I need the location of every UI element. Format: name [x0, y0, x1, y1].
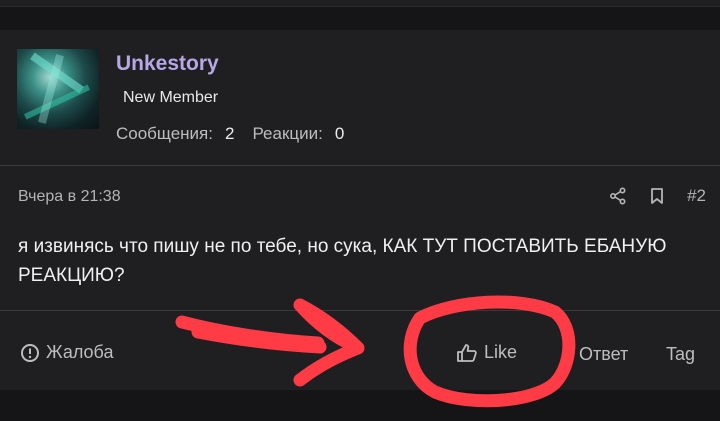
like-label: Like [484, 342, 518, 362]
user-title: New Member [123, 89, 219, 106]
tag-button[interactable]: Tag [666, 344, 695, 365]
post-card: Unkestory New Member Сообщения: 2 Реакции:… [0, 30, 720, 390]
avatar[interactable] [17, 49, 99, 129]
like-button[interactable]: Like [456, 342, 517, 363]
username-link[interactable]: Unkestory [116, 52, 219, 76]
report-button[interactable]: Жалоба [20, 342, 113, 363]
alert-circle-icon [21, 343, 39, 362]
thumbs-up-icon [457, 343, 477, 362]
post-number-link[interactable]: #2 [687, 186, 706, 206]
post-message: я извинясь что пишу не по тебе, но сука,… [18, 236, 667, 286]
user-info: Unkestory New Member Сообщения: 2 Реакции:… [0, 30, 720, 166]
user-stats: Сообщения: 2 Реакции: 0 [116, 124, 362, 144]
messages-count: 2 [225, 124, 235, 143]
post-meta-actions: #2 [609, 186, 706, 206]
bookmark-icon[interactable] [649, 187, 665, 205]
post-timestamp[interactable]: Вчера в 21:38 [18, 188, 121, 206]
messages-label: Сообщения: [116, 124, 213, 143]
reactions-label: Реакции: [252, 124, 323, 143]
previous-post-card [0, 0, 720, 7]
reply-button[interactable]: Ответ [579, 344, 628, 365]
share-icon[interactable] [609, 187, 627, 205]
reactions-count: 0 [334, 124, 345, 143]
report-label: Жалоба [46, 342, 114, 362]
post-footer: Жалоба Like Ответ Tag [0, 310, 720, 391]
